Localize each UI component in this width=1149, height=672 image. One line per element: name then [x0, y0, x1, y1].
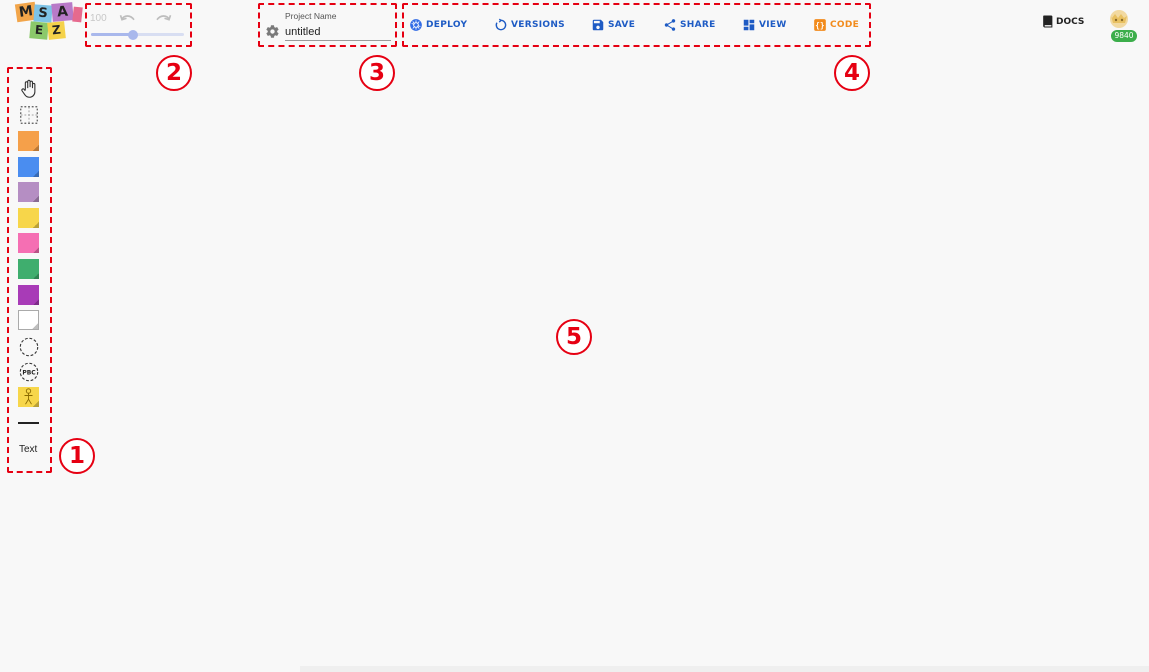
callout-3: 3 [359, 55, 395, 91]
logo-tile-accent [72, 6, 83, 23]
annotation-box-zoom [85, 3, 192, 47]
logo-tile-s: S [33, 4, 53, 23]
annotation-box-toolbar [402, 3, 871, 47]
annotation-box-project [258, 3, 397, 47]
logo-tile-z: Z [47, 21, 66, 40]
docs-button[interactable]: DOCS [1042, 15, 1084, 28]
logo-tile-a: A [51, 2, 74, 22]
book-icon [1043, 15, 1053, 28]
callout-1: 1 [59, 438, 95, 474]
callout-4: 4 [834, 55, 870, 91]
coin-balance-badge: 9840 [1111, 30, 1137, 42]
canvas-scrollbar[interactable] [300, 666, 1149, 672]
modeling-canvas[interactable] [0, 50, 1149, 672]
logo-tile-e: E [29, 21, 49, 40]
callout-2: 2 [156, 55, 192, 91]
msa-ez-logo[interactable]: M S A E Z [14, 1, 83, 41]
callout-5: 5 [556, 319, 592, 355]
annotation-box-palette [7, 67, 52, 473]
